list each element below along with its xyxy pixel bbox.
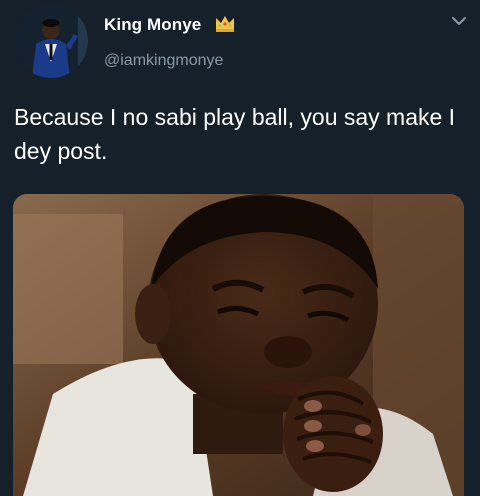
- chevron-down-icon[interactable]: [450, 14, 468, 28]
- user-handle[interactable]: @iamkingmonye: [104, 52, 223, 70]
- display-name[interactable]: King Monye: [104, 15, 201, 35]
- tweet-card: King Monye @iamkingmonye Because I no sa…: [0, 0, 480, 496]
- tweet-text: Because I no sabi play ball, you say mak…: [14, 104, 456, 164]
- crown-icon: [216, 16, 234, 32]
- crying-child-praying-photo-icon: [13, 194, 464, 496]
- avatar-photo-icon: [14, 4, 88, 78]
- avatar[interactable]: [14, 4, 88, 78]
- tweet-media[interactable]: [13, 194, 464, 496]
